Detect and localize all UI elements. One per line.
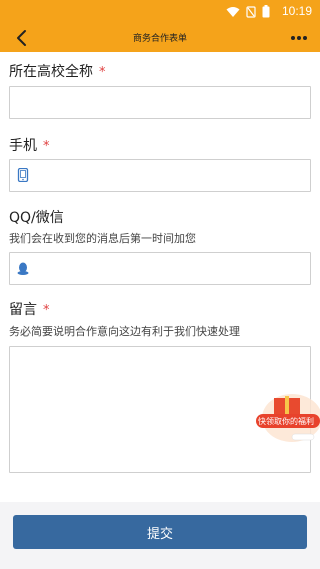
promo-badge[interactable]: 快领取你的福利 xyxy=(252,388,320,450)
status-icons xyxy=(226,5,270,18)
message-hint: 务必简要说明合作意向这边有利于我们快速处理 xyxy=(9,325,240,338)
nav-bar: 商务合作表单 xyxy=(0,24,320,52)
battery-icon xyxy=(262,5,270,18)
page-title: 商务合作表单 xyxy=(132,34,187,44)
required-mark: * xyxy=(99,65,106,80)
wifi-icon xyxy=(226,6,240,17)
qq-wechat-hint: 我们会在收到您的消息后第一时间加您 xyxy=(9,232,196,245)
school-name-label: 所在高校全称 * xyxy=(9,61,106,81)
submit-button[interactable]: 提交 xyxy=(13,515,307,549)
more-dots-icon[interactable] xyxy=(288,30,310,46)
school-name-input[interactable] xyxy=(9,86,311,119)
school-name-label-text: 所在高校全称 xyxy=(9,64,93,80)
qq-wechat-field[interactable] xyxy=(9,252,311,285)
phone-field[interactable] xyxy=(9,159,311,192)
required-mark: * xyxy=(43,303,50,318)
required-mark: * xyxy=(43,139,50,154)
sim-icon xyxy=(246,5,256,18)
phone-label: 手机 * xyxy=(9,135,50,155)
message-label: 留言 * xyxy=(9,299,50,319)
promo-text: 快领取你的福利 xyxy=(258,417,314,426)
status-time: 10:19 xyxy=(281,4,312,18)
message-label-text: 留言 xyxy=(9,302,37,318)
phone-icon xyxy=(17,168,29,182)
phone-label-text: 手机 xyxy=(9,138,37,154)
qq-wechat-label: QQ/微信 xyxy=(9,210,64,226)
qq-icon xyxy=(17,262,29,275)
status-bar: 10:19 xyxy=(0,0,320,24)
cooperation-form: 所在高校全称 * 手机 * QQ/微信 我们会在收到您的消息后第一时间加您 留言 * … xyxy=(0,52,320,502)
